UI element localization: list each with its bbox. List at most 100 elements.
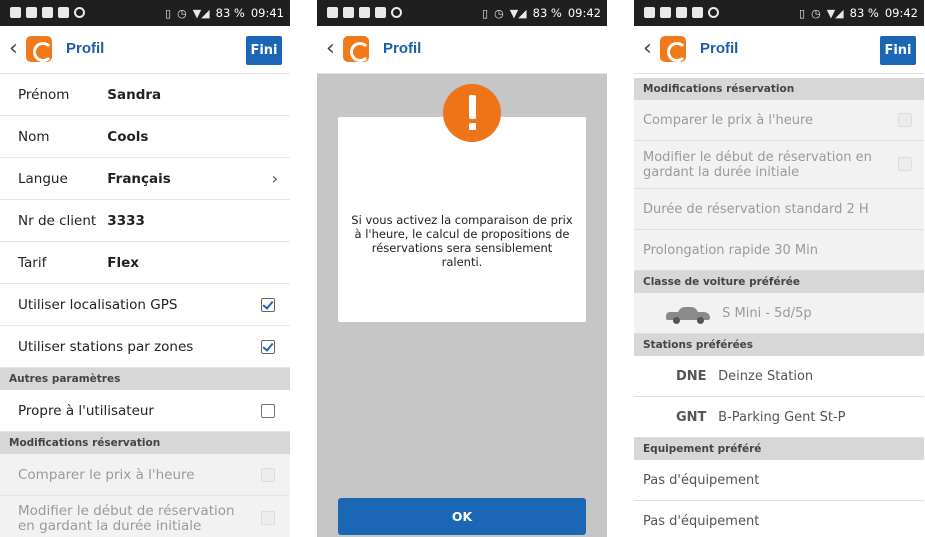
warning-dialog: Si vous activez la comparaison de prix à… (338, 117, 586, 322)
car-class-row[interactable]: S Mini - 5d/5p (634, 293, 924, 334)
signal-icon: ▼◢ (509, 6, 527, 20)
profile-screen-2: ▯ ◷ ▼◢ 83 % 09:42 ‹ Profil Si vous activ… (317, 0, 607, 537)
alarm-icon: ◷ (494, 6, 504, 20)
sync-icon (708, 7, 719, 18)
chevron-right-icon: › (271, 169, 278, 188)
modify-start-checkbox[interactable] (898, 157, 912, 171)
clock: 09:41 (250, 6, 284, 20)
exclamation-icon (443, 84, 501, 142)
car-icon (666, 306, 710, 324)
station-name: B-Parking Gent St-P (718, 410, 846, 425)
station-code: GNT (676, 410, 707, 425)
section-header-car-class: Classe de voiture préférée (634, 271, 924, 293)
done-button[interactable]: Fini (246, 36, 282, 65)
equipment-row[interactable]: Pas d'équipement (634, 501, 924, 537)
dialog-message: Si vous activez la comparaison de prix à… (351, 213, 573, 269)
notification-icons (327, 7, 402, 18)
profile-list: Prénom Sandra Nom Cools Langue Français … (0, 74, 290, 537)
toggle-row-user-own[interactable]: Propre à l'utilisateur (0, 390, 290, 432)
message-icon (42, 7, 53, 18)
gallery-icon (10, 7, 21, 18)
quick-extension-row[interactable]: Prolongation rapide 30 Min (634, 230, 924, 271)
modify-start-checkbox[interactable] (261, 511, 275, 525)
battery-level: 83 % (532, 6, 562, 20)
toggle-row-modify-start[interactable]: Modifier le début de réservation en gard… (634, 141, 924, 189)
gallery-icon (327, 7, 338, 18)
field-label: Prénom (18, 87, 70, 103)
ok-button[interactable]: OK (338, 498, 586, 535)
back-icon[interactable]: ‹ (326, 38, 335, 60)
clock: 09:42 (567, 6, 601, 20)
message-icon (343, 7, 354, 18)
battery-level: 83 % (215, 6, 245, 20)
field-value: 3333 (107, 213, 145, 229)
clock: 09:42 (884, 6, 918, 20)
signal-icon: ▼◢ (826, 6, 844, 20)
message-icon (26, 7, 37, 18)
station-row[interactable]: GNT B-Parking Gent St-P (634, 397, 924, 438)
vibrate-icon: ▯ (799, 6, 806, 20)
message-icon (676, 7, 687, 18)
compare-price-checkbox[interactable] (261, 468, 275, 482)
toggle-row-gps[interactable]: Utiliser localisation GPS (0, 284, 290, 326)
field-row-tariff[interactable]: Tarif Flex (0, 242, 290, 284)
section-header-other: Autres paramètres (0, 368, 290, 390)
toggle-row-compare-price[interactable]: Comparer le prix à l'heure (634, 100, 924, 141)
logo-icon (660, 36, 686, 62)
toggle-label: Utiliser localisation GPS (18, 297, 178, 313)
quick-extension-label: Prolongation rapide 30 Min (643, 243, 818, 258)
field-row-language[interactable]: Langue Français › (0, 158, 290, 200)
field-value: Français (107, 171, 171, 187)
message-icon (375, 7, 386, 18)
section-header-reservation: Modifications réservation (0, 432, 290, 454)
back-icon[interactable]: ‹ (643, 38, 652, 60)
field-label: Tarif (18, 255, 47, 271)
page-title: Profil (66, 40, 105, 57)
section-header-stations: Stations préférées (634, 334, 924, 356)
message-icon (692, 7, 703, 18)
standard-duration-row[interactable]: Durée de réservation standard 2 H (634, 189, 924, 230)
field-value: Cools (107, 129, 149, 145)
toggle-label: Propre à l'utilisateur (18, 403, 154, 419)
page-title: Profil (700, 40, 739, 57)
logo-icon (26, 36, 52, 62)
toggle-label: Utiliser stations par zones (18, 339, 194, 355)
toggle-row-zone-stations[interactable]: Utiliser stations par zones (0, 326, 290, 368)
toggle-row-compare-price[interactable]: Comparer le prix à l'heure (0, 454, 290, 496)
alarm-icon: ◷ (811, 6, 821, 20)
message-icon (359, 7, 370, 18)
app-bar: ‹ Profil (317, 26, 607, 74)
gallery-icon (644, 7, 655, 18)
done-button[interactable]: Fini (880, 36, 916, 65)
status-bar: ▯ ◷ ▼◢ 83 % 09:42 (317, 0, 607, 26)
battery-level: 83 % (849, 6, 879, 20)
notification-icons (10, 7, 85, 18)
station-row[interactable]: DNE Deinze Station (634, 356, 924, 397)
section-header-reservation: Modifications réservation (634, 78, 924, 100)
user-own-checkbox[interactable] (261, 404, 275, 418)
section-header-equipment: Equipement préféré (634, 438, 924, 460)
alarm-icon: ◷ (177, 6, 187, 20)
gps-checkbox[interactable] (261, 298, 275, 312)
sync-icon (74, 7, 85, 18)
toggle-label: Comparer le prix à l'heure (18, 467, 195, 483)
field-row-client-number[interactable]: Nr de client 3333 (0, 200, 290, 242)
toggle-label: Comparer le prix à l'heure (643, 113, 814, 128)
field-row-first-name[interactable]: Prénom Sandra (0, 74, 290, 116)
toggle-label: Modifier le début de réservation en gard… (643, 150, 872, 180)
station-name: Deinze Station (718, 369, 814, 384)
back-icon[interactable]: ‹ (9, 38, 18, 60)
notification-icons (644, 7, 719, 18)
standard-duration-label: Durée de réservation standard 2 H (643, 202, 869, 217)
equipment-row[interactable]: Pas d'équipement (634, 460, 924, 501)
signal-icon: ▼◢ (192, 6, 210, 20)
toggle-row-modify-start[interactable]: Modifier le début de réservation en gard… (0, 496, 290, 537)
status-bar: ▯ ◷ ▼◢ 83 % 09:42 (634, 0, 924, 26)
compare-price-checkbox[interactable] (898, 113, 912, 127)
toggle-label: Modifier le début de réservation en gard… (18, 503, 235, 534)
field-label: Nom (18, 129, 50, 145)
profile-list: Modifications réservation Comparer le pr… (634, 78, 924, 537)
zone-stations-checkbox[interactable] (261, 340, 275, 354)
field-row-last-name[interactable]: Nom Cools (0, 116, 290, 158)
profile-screen-3: ▯ ◷ ▼◢ 83 % 09:42 ‹ Profil Fini Modifica… (634, 0, 924, 537)
